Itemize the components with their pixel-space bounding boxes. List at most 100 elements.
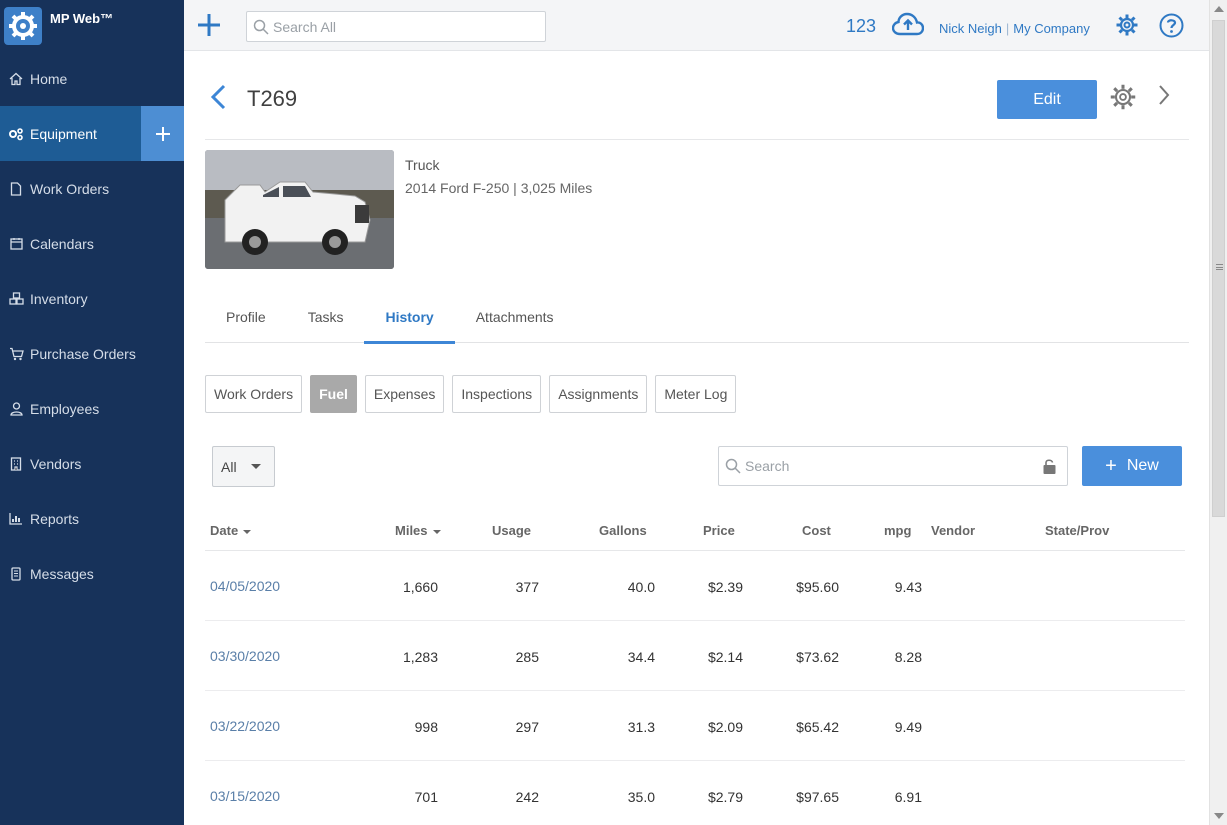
sidebar-item-label: Work Orders	[30, 180, 110, 197]
home-icon	[8, 71, 24, 87]
subtab-inspections[interactable]: Inspections	[452, 375, 542, 413]
column-vendor[interactable]: Vendor	[931, 523, 975, 538]
edit-button[interactable]: Edit	[997, 80, 1097, 119]
cell-usage: 285	[515, 649, 539, 665]
subtab-expenses[interactable]: Expenses	[364, 375, 445, 413]
column-gallons[interactable]: Gallons	[599, 523, 647, 538]
user-menu[interactable]: Nick Neigh | My Company	[939, 21, 1090, 36]
sidebar-item-vendors[interactable]: Vendors	[0, 436, 184, 491]
cell-date: 03/22/2020	[210, 718, 281, 734]
sidebar-item-equipment[interactable]: Equipment	[0, 106, 184, 161]
cell-date: 03/15/2020	[210, 788, 281, 804]
subtab-assignments[interactable]: Assignments	[549, 375, 648, 413]
add-equipment-button[interactable]	[141, 106, 184, 161]
sidebar-item-work-orders[interactable]: Work Orders	[0, 161, 184, 216]
cart-icon	[8, 346, 24, 362]
column-miles[interactable]: Miles	[395, 523, 441, 538]
cell-date: 04/05/2020	[210, 578, 281, 594]
equipment-summary: Truck 2014 Ford F-250 | 3,025 Miles	[205, 140, 1189, 300]
new-entry-button[interactable]: + New	[1082, 446, 1182, 486]
cell-price: $2.09	[707, 719, 743, 735]
subtab-fuel[interactable]: Fuel	[310, 375, 357, 413]
scroll-down-arrow-icon[interactable]	[1214, 813, 1224, 819]
filter-dropdown[interactable]: All	[212, 446, 275, 487]
quick-add-button[interactable]	[196, 12, 222, 38]
column-date[interactable]: Date	[210, 523, 252, 538]
cell-miles: 998	[414, 719, 438, 735]
settings-gear-icon[interactable]	[1115, 13, 1139, 42]
scroll-up-arrow-icon[interactable]	[1214, 6, 1224, 12]
record-settings-gear-icon[interactable]	[1109, 83, 1137, 116]
cell-mpg: 9.43	[894, 579, 922, 595]
table-row[interactable]: 04/05/2020 1,660 377 40.0 $2.39 $95.60 9…	[205, 551, 1185, 621]
sort-caret-icon	[432, 529, 441, 534]
record-header: T269 Edit	[205, 51, 1189, 140]
sidebar-item-label: Inventory	[30, 290, 88, 307]
subtab-meter-log[interactable]: Meter Log	[655, 375, 737, 413]
equipment-type: Truck	[405, 157, 440, 173]
column-usage[interactable]: Usage	[492, 523, 531, 538]
sidebar-item-messages[interactable]: Messages	[0, 546, 184, 601]
sidebar-item-label: Home	[30, 70, 68, 87]
help-icon[interactable]	[1159, 13, 1184, 43]
sidebar-item-employees[interactable]: Employees	[0, 381, 184, 436]
cloud-upload-icon[interactable]	[891, 12, 925, 43]
plus-icon: +	[1105, 455, 1117, 477]
sidebar-item-home[interactable]: Home	[0, 51, 184, 106]
building-icon	[8, 456, 24, 472]
notification-count[interactable]: 123	[846, 16, 876, 37]
document-icon	[8, 181, 24, 197]
unlock-icon[interactable]	[1042, 458, 1057, 480]
tab-history[interactable]: History	[364, 300, 455, 344]
sidebar-item-calendars[interactable]: Calendars	[0, 216, 184, 271]
sidebar-item-inventory[interactable]: Inventory	[0, 271, 184, 326]
table-header: Date Miles Usage Gallons Price Cost mpg …	[205, 511, 1185, 551]
main-content: T269 Edit Truck 2014 Ford F-250 | 3,025 …	[205, 51, 1189, 805]
scrollbar-thumb[interactable]	[1212, 20, 1225, 517]
subtab-work-orders[interactable]: Work Orders	[205, 375, 303, 413]
sidebar-item-purchase-orders[interactable]: Purchase Orders	[0, 326, 184, 381]
column-mpg[interactable]: mpg	[884, 523, 911, 538]
sidebar-item-label: Purchase Orders	[30, 345, 136, 362]
cell-miles: 701	[414, 789, 438, 805]
column-price[interactable]: Price	[703, 523, 735, 538]
user-name[interactable]: Nick Neigh	[939, 21, 1002, 36]
column-state[interactable]: State/Prov	[1045, 523, 1109, 538]
filter-selected-value: All	[221, 458, 237, 475]
fuel-table: Date Miles Usage Gallons Price Cost mpg …	[205, 511, 1185, 825]
search-icon	[725, 458, 741, 474]
column-date-label: Date	[210, 523, 239, 538]
global-search[interactable]	[246, 11, 546, 42]
tab-profile[interactable]: Profile	[205, 300, 287, 343]
cell-usage: 377	[515, 579, 539, 595]
sidebar-item-label: Vendors	[30, 455, 82, 472]
table-search-input[interactable]	[745, 458, 1035, 474]
record-tabs: Profile Tasks History Attachments	[205, 300, 1189, 344]
tab-tasks[interactable]: Tasks	[287, 300, 365, 343]
cell-gallons: 34.4	[627, 649, 655, 665]
back-button[interactable]	[209, 84, 229, 110]
sidebar-item-reports[interactable]: Reports	[0, 491, 184, 546]
tab-attachments[interactable]: Attachments	[455, 300, 575, 343]
company-name[interactable]: My Company	[1013, 21, 1090, 36]
table-search[interactable]	[718, 446, 1068, 486]
table-row[interactable]: 03/22/2020 998 297 31.3 $2.09 $65.42 9.4…	[205, 691, 1185, 761]
cell-cost: $95.60	[796, 579, 839, 595]
cell-cost: $65.42	[796, 719, 839, 735]
plus-icon	[198, 14, 220, 36]
sidebar-item-label: Employees	[30, 400, 100, 417]
cell-usage: 242	[515, 789, 539, 805]
table-row[interactable]: 03/30/2020 1,283 285 34.4 $2.14 $73.62 8…	[205, 621, 1185, 691]
cell-mpg: 9.49	[894, 719, 922, 735]
global-search-input[interactable]	[273, 18, 533, 35]
gear-logo-icon	[4, 6, 42, 45]
page-title: T269	[247, 86, 298, 111]
sidebar-item-label: Reports	[30, 510, 80, 527]
table-row[interactable]: 03/15/2020 701 242 35.0 $2.79 $97.65 6.9…	[205, 761, 1185, 825]
app-name: MP Web™	[50, 11, 114, 26]
brand[interactable]: MP Web™	[0, 0, 184, 51]
equipment-photo[interactable]	[205, 150, 394, 269]
column-cost[interactable]: Cost	[802, 523, 831, 538]
next-record-button[interactable]	[1157, 84, 1171, 111]
page-scrollbar[interactable]	[1209, 0, 1227, 825]
